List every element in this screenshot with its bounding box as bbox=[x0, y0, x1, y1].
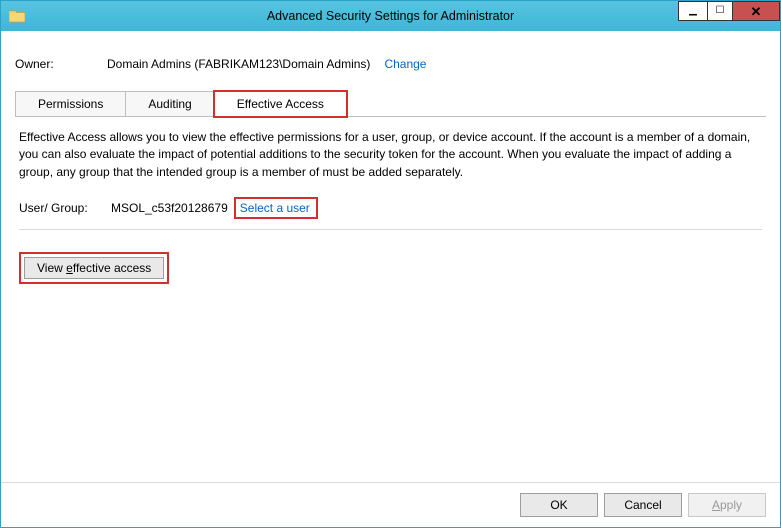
ok-button[interactable]: OK bbox=[520, 493, 598, 517]
separator bbox=[19, 229, 762, 230]
view-effective-access-button[interactable]: View effective access bbox=[24, 257, 164, 279]
titlebar[interactable]: Advanced Security Settings for Administr… bbox=[1, 1, 780, 31]
window-controls: ▁ ☐ ✕ bbox=[679, 1, 780, 21]
user-group-row: User/ Group: MSOL_c53f20128679 Select a … bbox=[19, 197, 762, 219]
select-user-highlight: Select a user bbox=[234, 197, 318, 219]
user-group-label: User/ Group: bbox=[19, 201, 111, 215]
change-owner-link[interactable]: Change bbox=[384, 57, 426, 71]
apply-button[interactable]: Apply bbox=[688, 493, 766, 517]
owner-label: Owner: bbox=[15, 57, 107, 71]
close-button[interactable]: ✕ bbox=[732, 1, 780, 21]
dialog-footer: OK Cancel Apply bbox=[1, 482, 780, 527]
effective-access-description: Effective Access allows you to view the … bbox=[19, 129, 762, 181]
window-title: Advanced Security Settings for Administr… bbox=[1, 9, 780, 23]
effective-access-panel: Effective Access allows you to view the … bbox=[15, 117, 766, 284]
owner-value: Domain Admins (FABRIKAM123\Domain Admins… bbox=[107, 57, 370, 71]
view-effective-access-highlight: View effective access bbox=[19, 252, 169, 284]
maximize-button[interactable]: ☐ bbox=[707, 1, 733, 21]
window-frame: Advanced Security Settings for Administr… bbox=[0, 0, 781, 528]
content-area: Owner: Domain Admins (FABRIKAM123\Domain… bbox=[1, 31, 780, 482]
tab-strip: Permissions Auditing Effective Access bbox=[15, 89, 766, 117]
cancel-button[interactable]: Cancel bbox=[604, 493, 682, 517]
tab-auditing[interactable]: Auditing bbox=[125, 91, 214, 116]
user-group-value: MSOL_c53f20128679 bbox=[111, 201, 228, 215]
select-user-link[interactable]: Select a user bbox=[240, 201, 310, 215]
tab-effective-access[interactable]: Effective Access bbox=[214, 91, 347, 117]
tab-permissions[interactable]: Permissions bbox=[15, 91, 126, 116]
folder-icon bbox=[9, 9, 25, 23]
minimize-button[interactable]: ▁ bbox=[678, 1, 708, 21]
owner-row: Owner: Domain Admins (FABRIKAM123\Domain… bbox=[15, 57, 766, 71]
